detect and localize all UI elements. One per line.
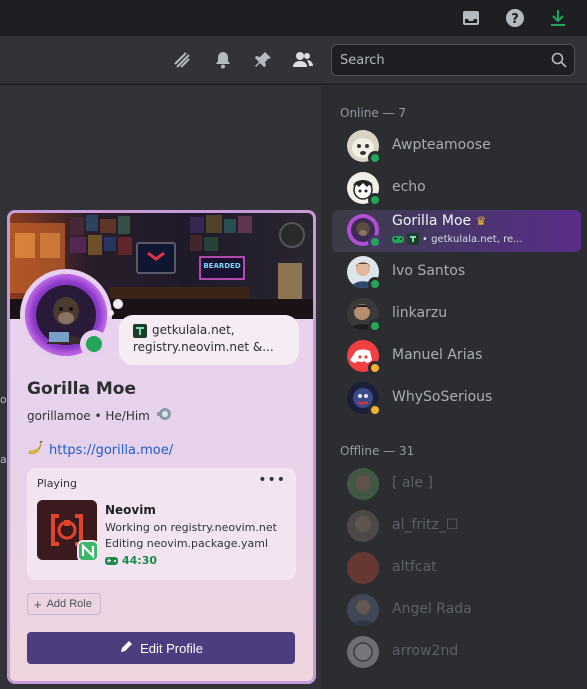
user-profile-popout: BEARDED getkulala.net, registry.neovim.n… — [7, 210, 316, 684]
profile-username: gorillamoe • He/Him — [27, 407, 174, 424]
member-al-fritz[interactable]: al_fritz_☐ — [332, 506, 581, 548]
member-name: Manuel Arias — [392, 347, 483, 363]
search-box[interactable] — [331, 44, 575, 76]
member-name: linkarzu — [392, 305, 448, 321]
app-icon — [407, 233, 419, 245]
inbox-icon[interactable] — [459, 6, 483, 30]
online-section-title: Online — 7 — [340, 106, 406, 120]
bubble-tail — [113, 299, 123, 309]
member-gorilla-moe[interactable]: Gorilla Moe ♛ • getkulala.net, re... — [332, 210, 581, 252]
online-status-dot — [368, 151, 382, 165]
member-name: altfcat — [392, 559, 437, 575]
online-status-dot — [80, 330, 108, 358]
pin-icon[interactable] — [251, 48, 275, 72]
more-options-icon[interactable]: ••• — [258, 472, 286, 488]
threads-icon[interactable] — [170, 48, 194, 72]
badge-icon[interactable] — [156, 407, 174, 424]
search-icon — [550, 51, 568, 69]
banana-icon — [27, 440, 43, 460]
profile-link-text[interactable]: https://gorilla.moe/ — [49, 443, 173, 458]
svg-text:BEARDED: BEARDED — [203, 262, 241, 270]
member-list: Online — 7 Awpteamoose echo Gorilla Moe … — [322, 85, 587, 689]
avatar — [347, 468, 379, 500]
member-name: Awpteamoose — [392, 137, 491, 153]
member-whysoserious[interactable]: WhySoSerious — [332, 378, 581, 420]
avatar — [347, 636, 379, 668]
add-role-button[interactable]: + Add Role — [27, 593, 101, 615]
gamepad-icon — [105, 556, 118, 565]
member-activity: • getkulala.net, re... — [392, 233, 523, 245]
edit-profile-label: Edit Profile — [140, 640, 203, 656]
member-name: Angel Rada — [392, 601, 472, 617]
gamepad-icon — [392, 235, 404, 243]
members-icon[interactable] — [291, 48, 315, 72]
neovim-icon — [77, 540, 99, 562]
status-line-2: registry.neovim.net &... — [133, 340, 274, 354]
edit-profile-button[interactable]: Edit Profile — [27, 632, 295, 664]
svg-text:?: ? — [511, 12, 519, 27]
member-altfcat[interactable]: altfcat — [332, 548, 581, 590]
member-name: al_fritz_☐ — [392, 517, 459, 533]
offline-section-title: Offline — 31 — [340, 444, 415, 458]
bell-icon[interactable] — [211, 48, 235, 72]
activity-elapsed: 44:30 — [105, 554, 157, 567]
online-status-dot — [368, 319, 382, 333]
member-arrow2nd[interactable]: arrow2nd — [332, 632, 581, 674]
member-angel-rada[interactable]: Angel Rada — [332, 590, 581, 632]
member-name: WhySoSerious — [392, 389, 493, 405]
online-status-dot — [368, 277, 382, 291]
elapsed-time: 44:30 — [122, 554, 158, 567]
member-name: [ ale ] — [392, 475, 433, 491]
member-name: arrow2nd — [392, 643, 459, 659]
username-pronouns: gorillamoe • He/Him — [27, 408, 150, 423]
idle-status-icon — [368, 361, 382, 375]
member-awpteamoose[interactable]: Awpteamoose — [332, 126, 581, 168]
crown-icon: ♛ — [475, 214, 487, 228]
custom-status-bubble[interactable]: getkulala.net, registry.neovim.net &... — [119, 315, 299, 365]
profile-display-name: Gorilla Moe — [27, 379, 137, 399]
help-icon[interactable]: ? — [503, 6, 527, 30]
member-linkarzu[interactable]: linkarzu — [332, 294, 581, 336]
activity-state: Editing neovim.package.yaml — [105, 537, 269, 550]
channel-header — [0, 36, 587, 84]
status-line-1: getkulala.net, — [152, 323, 235, 337]
activity-title: Neovim — [105, 503, 156, 517]
online-status-dot — [368, 193, 382, 207]
activity-card: Playing ••• Neovim Working on registry.n… — [27, 468, 296, 580]
plus-icon: + — [34, 596, 42, 612]
profile-link[interactable]: https://gorilla.moe/ — [27, 440, 173, 460]
idle-status-icon — [368, 403, 382, 417]
member-ale[interactable]: [ ale ] — [332, 464, 581, 506]
avatar — [347, 594, 379, 626]
bubble-tail — [108, 310, 114, 316]
activity-heading: Playing — [37, 477, 77, 490]
download-icon[interactable] — [546, 6, 570, 30]
activity-detail: Working on registry.neovim.net — [105, 521, 277, 534]
app-icon — [133, 323, 147, 338]
search-input[interactable] — [332, 45, 542, 75]
online-status-dot — [368, 235, 382, 249]
pencil-icon — [119, 640, 133, 657]
member-name: Ivo Santos — [392, 263, 466, 279]
member-name: Gorilla Moe ♛ — [392, 213, 487, 229]
member-echo[interactable]: echo — [332, 168, 581, 210]
member-ivo-santos[interactable]: Ivo Santos — [332, 252, 581, 294]
add-role-label: Add Role — [46, 598, 92, 610]
avatar — [347, 510, 379, 542]
avatar — [347, 552, 379, 584]
title-bar: ? — [0, 0, 587, 36]
member-manuel-arias[interactable]: Manuel Arias — [332, 336, 581, 378]
member-name: echo — [392, 179, 426, 195]
